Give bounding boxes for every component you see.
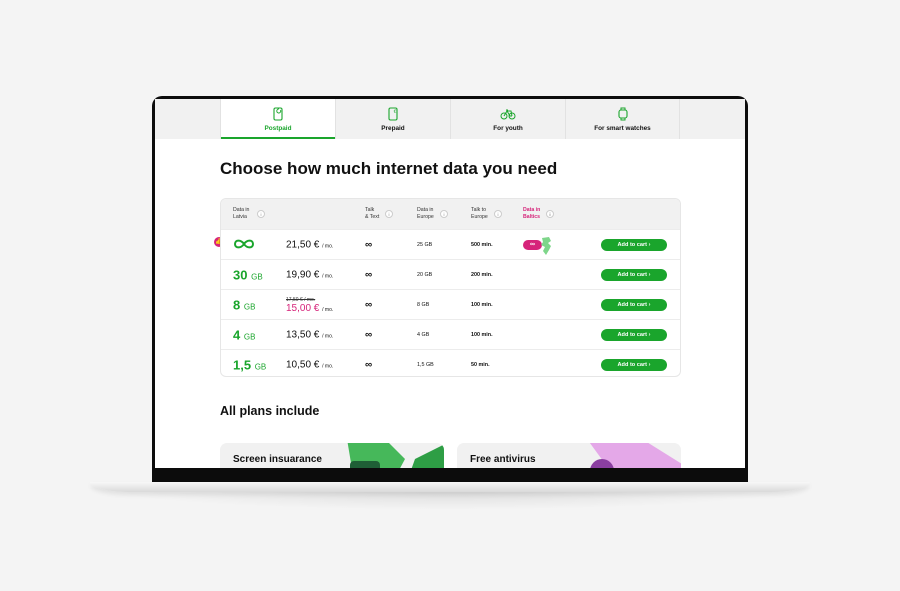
talk-text-value: ∞ (365, 329, 373, 340)
info-icon[interactable]: i (494, 210, 502, 218)
europe-talk-value: 200 min. (471, 271, 493, 278)
plan-price: 19,90 € / mo. (286, 269, 334, 280)
plan-data-amount (233, 237, 255, 252)
add-to-cart-button[interactable]: Add to cart › (601, 298, 667, 311)
plan-data-amount: 30 GB (233, 267, 263, 282)
header-talk-europe: Talk to Europe i (471, 207, 502, 220)
add-to-cart-button[interactable]: Add to cart › (601, 328, 667, 341)
europe-data-value: 1,5 GB (417, 361, 434, 368)
promo-title: Screen insuarance (233, 454, 322, 465)
europe-data-value: 25 GB (417, 241, 433, 248)
info-icon[interactable]: i (546, 210, 554, 218)
laptop-base (90, 482, 810, 492)
plan-price: 21,50 € / mo. (286, 239, 334, 250)
phone-euro-icon: € (388, 107, 398, 121)
tab-youth[interactable]: For youth (450, 99, 565, 139)
baltic-map-icon (541, 237, 551, 255)
info-icon[interactable]: i (385, 210, 393, 218)
talk-text-value: ∞ (365, 299, 373, 310)
europe-data-value: 8 GB (417, 301, 430, 308)
svg-text:€: € (394, 109, 397, 115)
table-header: Data in Latvia i Talk & Text i Data in E… (221, 199, 680, 229)
header-data-latvia: Data in Latvia i (233, 207, 265, 220)
plan-price: 13,50 € / mo. (286, 329, 334, 340)
table-row: 21,50 € / mo. ∞ 25 GB 500 min. ∞ Add to … (221, 229, 680, 259)
infinity-icon (233, 239, 255, 248)
promo-title: Free antivirus (470, 454, 536, 465)
section-title: All plans include (220, 404, 320, 418)
header-data-europe: Data in Europe i (417, 207, 448, 220)
add-to-cart-button[interactable]: Add to cart › (601, 358, 667, 371)
plan-price: 10,50 € / mo. (286, 359, 334, 370)
table-row: 8 GB 17,50 € / mo. 15,00 € / mo. ∞ 8 GB … (221, 289, 680, 319)
tab-label: For smart watches (594, 125, 651, 132)
talk-text-value: ∞ (365, 359, 373, 370)
plan-data-amount: 4 GB (233, 327, 256, 342)
phone-refresh-icon (273, 107, 283, 121)
smartwatch-icon (617, 107, 628, 121)
info-icon[interactable]: i (440, 210, 448, 218)
plan-tabs: Postpaid € Prepaid For youth For smart w… (155, 99, 745, 139)
bicycle-icon (500, 109, 516, 120)
tab-label: Postpaid (264, 125, 292, 132)
header-data-baltics: Data in Baltics i (523, 207, 554, 220)
phone-shield-illustration (347, 443, 444, 468)
europe-data-value: 4 GB (417, 331, 430, 338)
europe-talk-value: 100 min. (471, 301, 493, 308)
plan-data-amount: 1,5 GB (233, 357, 267, 372)
laptop-screen: Postpaid € Prepaid For youth For smart w… (155, 99, 745, 468)
promo-card-free-antivirus[interactable]: Free antivirus (457, 443, 681, 468)
tab-postpaid[interactable]: Postpaid (220, 99, 335, 139)
europe-talk-value: 500 min. (471, 241, 493, 248)
plan-data-amount: 8 GB (233, 297, 256, 312)
plans-table: Data in Latvia i Talk & Text i Data in E… (220, 198, 681, 377)
tab-smart-watches[interactable]: For smart watches (565, 99, 680, 139)
europe-talk-value: 100 min. (471, 331, 493, 338)
tab-prepaid[interactable]: € Prepaid (335, 99, 450, 139)
info-icon[interactable]: i (257, 210, 265, 218)
europe-data-value: 20 GB (417, 271, 433, 278)
table-row: 1,5 GB 10,50 € / mo. ∞ 1,5 GB 50 min. Ad… (221, 349, 680, 376)
antivirus-illustration (589, 443, 681, 468)
header-talk-text: Talk & Text i (365, 207, 393, 220)
table-row: 30 GB 19,90 € / mo. ∞ 20 GB 200 min. Add… (221, 259, 680, 289)
add-to-cart-button[interactable]: Add to cart › (601, 238, 667, 251)
tab-label: Prepaid (381, 125, 405, 132)
talk-text-value: ∞ (365, 239, 373, 250)
promo-card-screen-insurance[interactable]: Screen insuarance (220, 443, 444, 468)
tab-label: For youth (493, 125, 523, 132)
talk-text-value: ∞ (365, 269, 373, 280)
table-row: 4 GB 13,50 € / mo. ∞ 4 GB 100 min. Add t… (221, 319, 680, 349)
plan-price-sale: 17,50 € / mo. 15,00 € / mo. (286, 297, 334, 314)
page-title: Choose how much internet data you need (220, 159, 558, 178)
laptop-bezel (152, 468, 748, 482)
europe-talk-value: 50 min. (471, 361, 490, 368)
add-to-cart-button[interactable]: Add to cart › (601, 268, 667, 281)
